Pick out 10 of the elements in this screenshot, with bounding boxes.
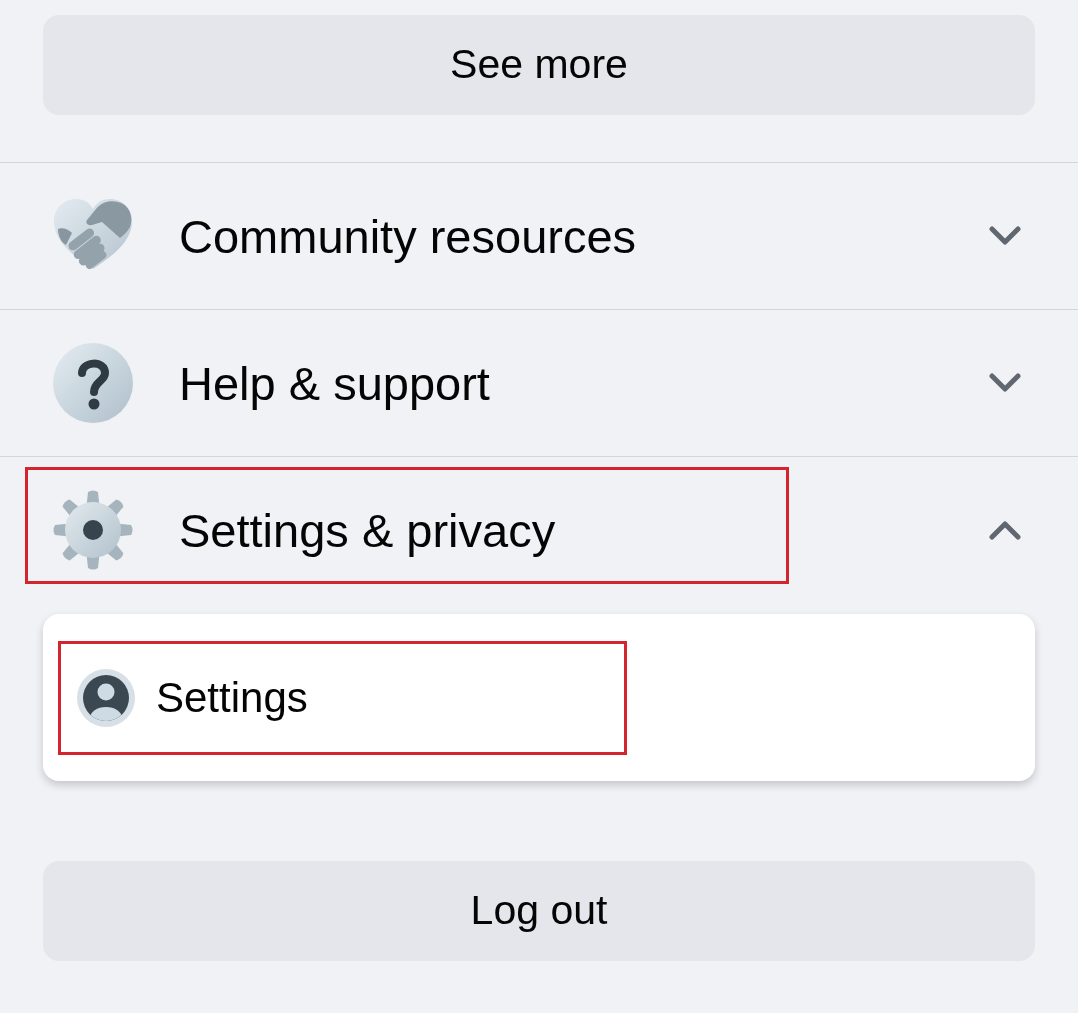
gear-icon xyxy=(52,489,134,571)
question-mark-icon xyxy=(52,342,134,424)
see-more-button[interactable]: See more xyxy=(43,15,1035,115)
submenu-item[interactable]: Settings xyxy=(43,640,1035,755)
menu-section-row[interactable]: Settings & privacy xyxy=(0,457,1078,603)
person-avatar-icon xyxy=(77,668,135,727)
menu-section-row[interactable]: Help & support xyxy=(0,310,1078,456)
log-out-button[interactable]: Log out xyxy=(43,861,1035,961)
submenu-item-label: Settings xyxy=(156,676,308,719)
menu-section-row[interactable]: Community resources xyxy=(0,163,1078,309)
